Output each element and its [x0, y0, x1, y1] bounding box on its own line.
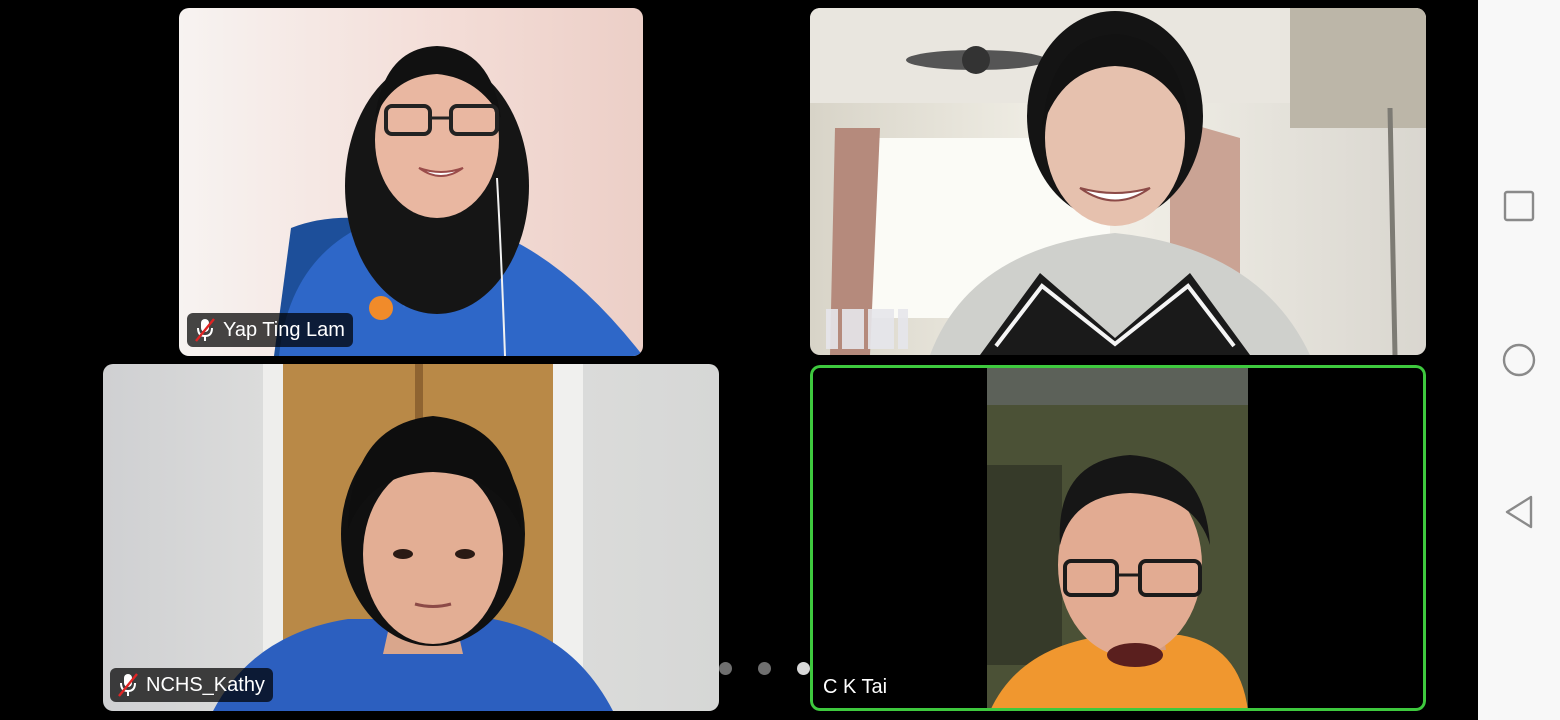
- system-navigation-bar: [1478, 0, 1560, 720]
- microphone-muted-icon: [195, 318, 215, 342]
- home-button[interactable]: [1499, 340, 1539, 380]
- video-tile-nchs-kathy[interactable]: NCHS_Kathy: [103, 364, 719, 711]
- square-icon: [1503, 190, 1535, 222]
- page-dot[interactable]: [719, 662, 732, 675]
- circle-icon: [1502, 343, 1536, 377]
- participant-name: C K Tai: [823, 676, 888, 698]
- triangle-back-icon: [1505, 495, 1533, 529]
- video-feed: [810, 8, 1426, 355]
- participant-name-tag: Yap Ting Lam: [187, 313, 353, 347]
- video-tile-participant-2[interactable]: [810, 8, 1426, 355]
- video-feed: [179, 8, 643, 356]
- video-tile-c-k-tai[interactable]: C K Tai: [810, 365, 1426, 711]
- meeting-gallery-view: Yap Ting Lam NCHS_Kathy C K Tai: [0, 0, 1478, 720]
- page-dot[interactable]: [758, 662, 771, 675]
- participant-name: Yap Ting Lam: [223, 318, 345, 341]
- microphone-muted-icon: [118, 673, 138, 697]
- recents-button[interactable]: [1499, 186, 1539, 226]
- obscured-name-tag: [826, 309, 908, 349]
- video-feed: [810, 365, 1426, 711]
- participant-name: NCHS_Kathy: [146, 673, 265, 696]
- gallery-page-indicator[interactable]: [719, 662, 810, 675]
- back-button[interactable]: [1499, 492, 1539, 532]
- page-dot-current[interactable]: [797, 662, 810, 675]
- participant-name-tag: NCHS_Kathy: [110, 668, 273, 702]
- video-tile-yap-ting-lam[interactable]: Yap Ting Lam: [179, 8, 643, 356]
- video-feed: [103, 364, 719, 711]
